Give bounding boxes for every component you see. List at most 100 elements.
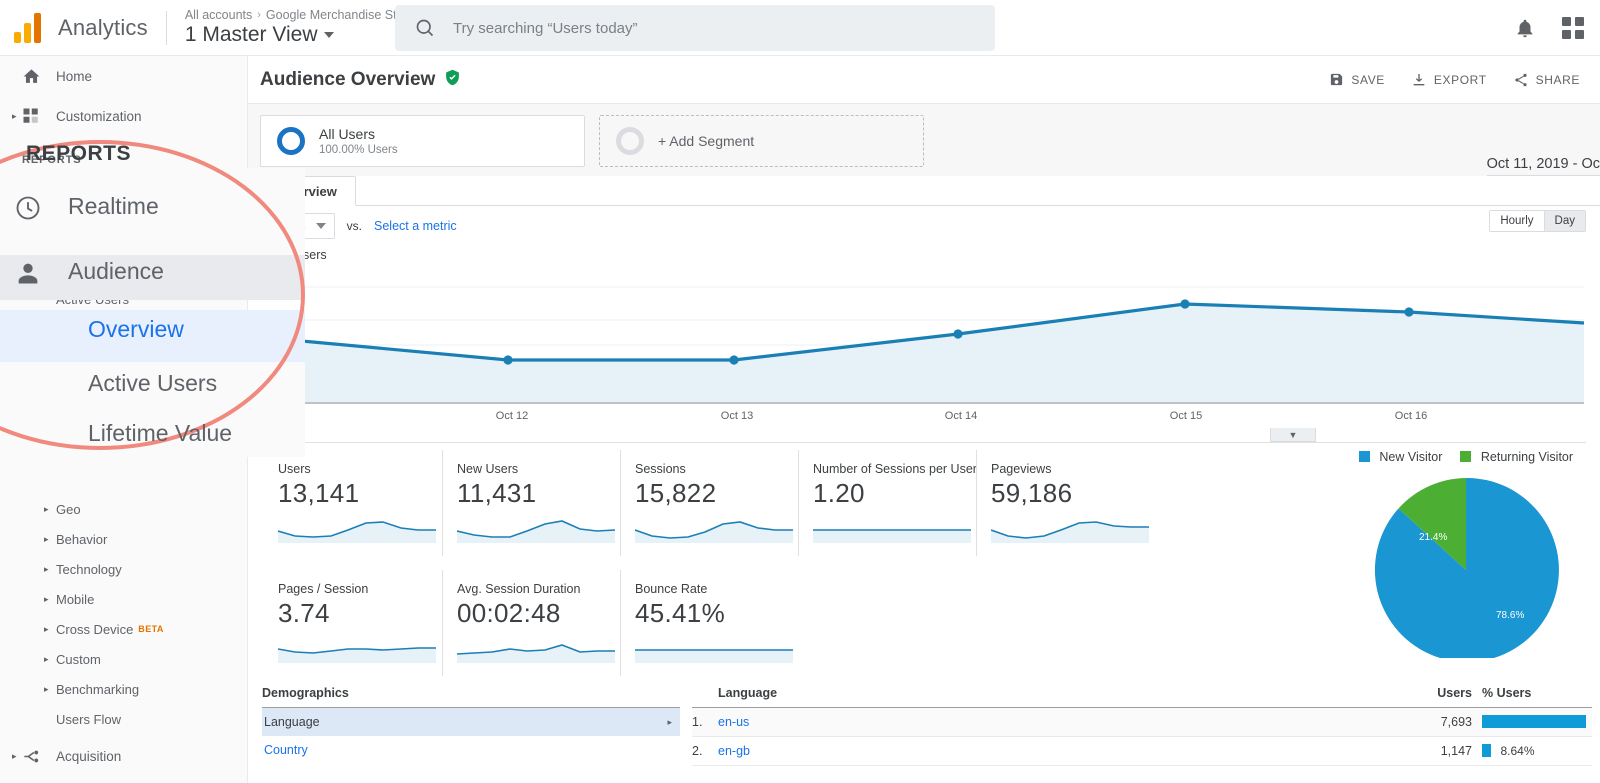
sidebar-subitem-benchmarking[interactable]: ▸ Benchmarking — [0, 674, 247, 704]
search-input[interactable] — [453, 19, 995, 37]
divider — [165, 10, 167, 45]
sparkline — [813, 529, 971, 543]
main-content: Audience Overview SAVE EXPORT SHARE All … — [248, 56, 1600, 783]
customization-icon — [22, 107, 56, 125]
granularity-hourly[interactable]: Hourly — [1490, 211, 1544, 231]
language-link[interactable]: en-us — [718, 715, 749, 729]
chevron-right-icon: ▸ — [12, 110, 17, 121]
granularity-day[interactable]: Day — [1543, 211, 1585, 231]
account-selector[interactable]: All accounts › Google Merchandise St... … — [185, 8, 407, 47]
sidebar-item-acquisition[interactable]: ▸ Acquisition — [0, 736, 247, 776]
date-range-picker[interactable]: Oct 11, 2019 - Oc — [1486, 156, 1600, 176]
metric-card-users[interactable]: Users 13,141 — [264, 450, 442, 556]
sidebar-subitem-overview[interactable]: Overview — [0, 254, 247, 284]
sidebar-subitem-behavior[interactable]: ▸ Behavior — [0, 524, 247, 554]
add-segment-button[interactable]: + Add Segment — [599, 115, 924, 167]
sidebar-subitem-active-users[interactable]: Active Users — [0, 284, 247, 314]
metric-card-pageviews[interactable]: Pageviews 59,186 — [976, 450, 1154, 556]
sparkline — [456, 644, 615, 663]
sidebar-subitem-mobile[interactable]: ▸ Mobile — [0, 584, 247, 614]
language-panel: Language Users % Users 1. en-us 7,693 2.… — [680, 686, 1600, 766]
metric-value: 11,431 — [457, 478, 537, 508]
chart-point[interactable] — [503, 355, 513, 365]
sidebar-subitem-label: Behavior — [56, 531, 108, 547]
sidebar-subitem-geo[interactable]: ▸ Geo — [0, 494, 247, 524]
sidebar-subitem-label: Active Users — [56, 291, 129, 307]
metric-card-new-users[interactable]: New Users 11,431 — [442, 450, 620, 556]
metric-value: 59,186 — [991, 478, 1073, 508]
chart-point[interactable] — [729, 355, 739, 365]
sparkline — [456, 520, 616, 543]
sidebar-item-home[interactable]: Home — [0, 56, 247, 96]
row-index: 1. — [692, 707, 718, 737]
sidebar-subitem-label: Geo — [56, 501, 81, 517]
row-users: 1,147 — [1408, 736, 1482, 766]
th-pct-users[interactable]: % Users — [1482, 686, 1592, 708]
sidebar-item-customization[interactable]: ▸ Customization — [0, 96, 247, 136]
search-bar[interactable] — [395, 5, 995, 51]
metric-title: Avg. Session Duration — [457, 582, 581, 596]
sidebar-subitem-lifetime-value[interactable]: Lifetime Value — [0, 314, 247, 344]
table-row[interactable]: 1. en-us 7,693 — [692, 707, 1592, 737]
metric-selector[interactable]: Users — [264, 213, 335, 239]
language-table: Language Users % Users 1. en-us 7,693 2.… — [692, 686, 1592, 766]
table-header-row: Language Users % Users — [692, 686, 1592, 708]
sidebar-subitem-users-flow[interactable]: Users Flow — [0, 704, 247, 734]
tab-overview[interactable]: Overview — [260, 176, 356, 206]
sidebar-subitem-label: Benchmarking — [56, 681, 140, 697]
collapse-chart-button[interactable]: ▼ — [1270, 428, 1316, 442]
page-title: Audience Overview — [260, 68, 436, 90]
chevron-right-icon: ▸ — [12, 750, 17, 761]
row-language[interactable]: en-gb — [718, 736, 1408, 766]
table-row[interactable]: 2. en-gb 1,147 8.64% — [692, 736, 1592, 766]
chart-point[interactable] — [1180, 299, 1190, 309]
demographics-row-language[interactable]: Language ▸ — [262, 708, 680, 736]
sidebar-subitem-cross-device[interactable]: ▸ Cross Device BETA — [0, 614, 247, 644]
sidebar-subitem-technology[interactable]: ▸ Technology — [0, 554, 247, 584]
legend-item-returning-visitor[interactable]: Returning Visitor — [1460, 450, 1573, 464]
select-a-metric-link[interactable]: Select a metric — [374, 219, 457, 233]
metric-card-avg-session-duration[interactable]: Avg. Session Duration 00:02:48 — [442, 570, 620, 676]
x-tick-label: Oct 16 — [1394, 410, 1428, 422]
sidebar-item-behavior[interactable]: ▸ Behavior — [0, 776, 247, 783]
save-button[interactable]: SAVE — [1329, 72, 1385, 87]
clock-icon — [22, 185, 56, 203]
row-users: 7,693 — [1408, 707, 1482, 737]
sidebar-item-realtime[interactable]: ▸ Realtime — [0, 174, 247, 214]
chart-point[interactable] — [1404, 307, 1414, 317]
sidebar-item-audience[interactable]: ▾ Audience — [0, 214, 247, 254]
legend-label: New Visitor — [1379, 450, 1443, 464]
metric-card-pages-per-session[interactable]: Pages / Session 3.74 — [264, 570, 442, 676]
legend-item-new-visitor[interactable]: New Visitor — [1358, 450, 1443, 464]
th-language[interactable]: Language — [718, 686, 1408, 708]
sidebar-subitem-label: Lifetime Value — [56, 321, 138, 337]
vs-label: vs. — [346, 219, 362, 233]
metric-card-sessions[interactable]: Sessions 15,822 — [620, 450, 798, 556]
demographics-header: Demographics — [262, 686, 680, 708]
language-link[interactable]: en-gb — [718, 744, 750, 758]
metric-card-sessions-per-user[interactable]: Number of Sessions per User 1.20 — [798, 450, 977, 556]
apps-grid-icon[interactable] — [1562, 17, 1584, 39]
row-language[interactable]: en-us — [718, 707, 1408, 737]
chevron-right-icon: ▸ — [44, 623, 49, 634]
analytics-app: Analytics All accounts › Google Merchand… — [0, 0, 1600, 783]
th-users[interactable]: Users — [1408, 686, 1482, 708]
page-header: Audience Overview SAVE EXPORT SHARE — [248, 56, 1600, 104]
bell-icon[interactable] — [1514, 17, 1536, 39]
share-button[interactable]: SHARE — [1513, 72, 1580, 88]
sidebar-item-label: Home — [56, 68, 93, 84]
breadcrumb-account[interactable]: Google Merchandise St... — [266, 8, 407, 22]
x-tick-label: Oct 15 — [1169, 410, 1203, 422]
chart-point[interactable] — [953, 329, 963, 339]
demographics-row-country[interactable]: Country — [262, 736, 680, 764]
metric-value: 45.41% — [635, 598, 725, 628]
beta-badge: BETA — [138, 624, 164, 634]
breadcrumb-root[interactable]: All accounts — [185, 8, 252, 22]
sidebar-subitem-custom[interactable]: ▸ Custom — [0, 644, 247, 674]
sidebar-item-label: Acquisition — [56, 748, 122, 764]
segment-all-users[interactable]: All Users 100.00% Users — [260, 115, 585, 167]
row-pct-users: 8.64% — [1482, 736, 1592, 766]
metric-card-bounce-rate[interactable]: Bounce Rate 45.41% — [620, 570, 798, 676]
export-button[interactable]: EXPORT — [1411, 72, 1487, 88]
view-name[interactable]: 1 Master View — [185, 23, 407, 47]
